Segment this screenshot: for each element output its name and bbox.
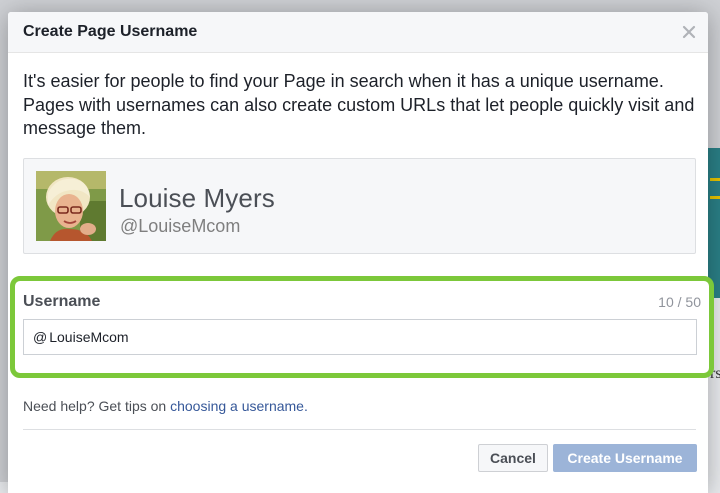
character-count: 10 / 50 <box>658 294 701 310</box>
footer-divider <box>23 429 696 430</box>
help-text: Need help? Get tips on choosing a userna… <box>23 398 308 414</box>
avatar <box>36 171 106 241</box>
dialog-title: Create Page Username <box>23 23 198 40</box>
username-input[interactable] <box>49 329 670 345</box>
help-text-label: Need help? Get tips on <box>23 398 171 414</box>
create-username-button[interactable]: Create Username <box>553 444 697 472</box>
profile-name: Louise Myers <box>119 183 275 213</box>
profile-card: Louise Myers @LouiseMcom <box>23 158 696 254</box>
username-section: Username 10 / 50 @ <box>10 276 714 378</box>
close-icon[interactable] <box>682 25 696 39</box>
profile-handle: @LouiseMcom <box>120 216 241 236</box>
username-field[interactable]: @ <box>23 319 697 355</box>
background-accent <box>710 196 720 199</box>
background-accent <box>710 178 720 181</box>
choosing-username-link[interactable]: choosing a username. <box>170 398 308 414</box>
create-username-dialog: Create Page Username It's easier for peo… <box>8 12 714 493</box>
dialog-header: Create Page Username <box>8 12 708 53</box>
background-banner <box>708 148 720 298</box>
username-label: Username <box>23 293 101 310</box>
dialog-intro: It's easier for people to find your Page… <box>23 71 695 138</box>
cancel-button[interactable]: Cancel <box>478 444 548 472</box>
at-prefix: @ <box>33 329 48 345</box>
